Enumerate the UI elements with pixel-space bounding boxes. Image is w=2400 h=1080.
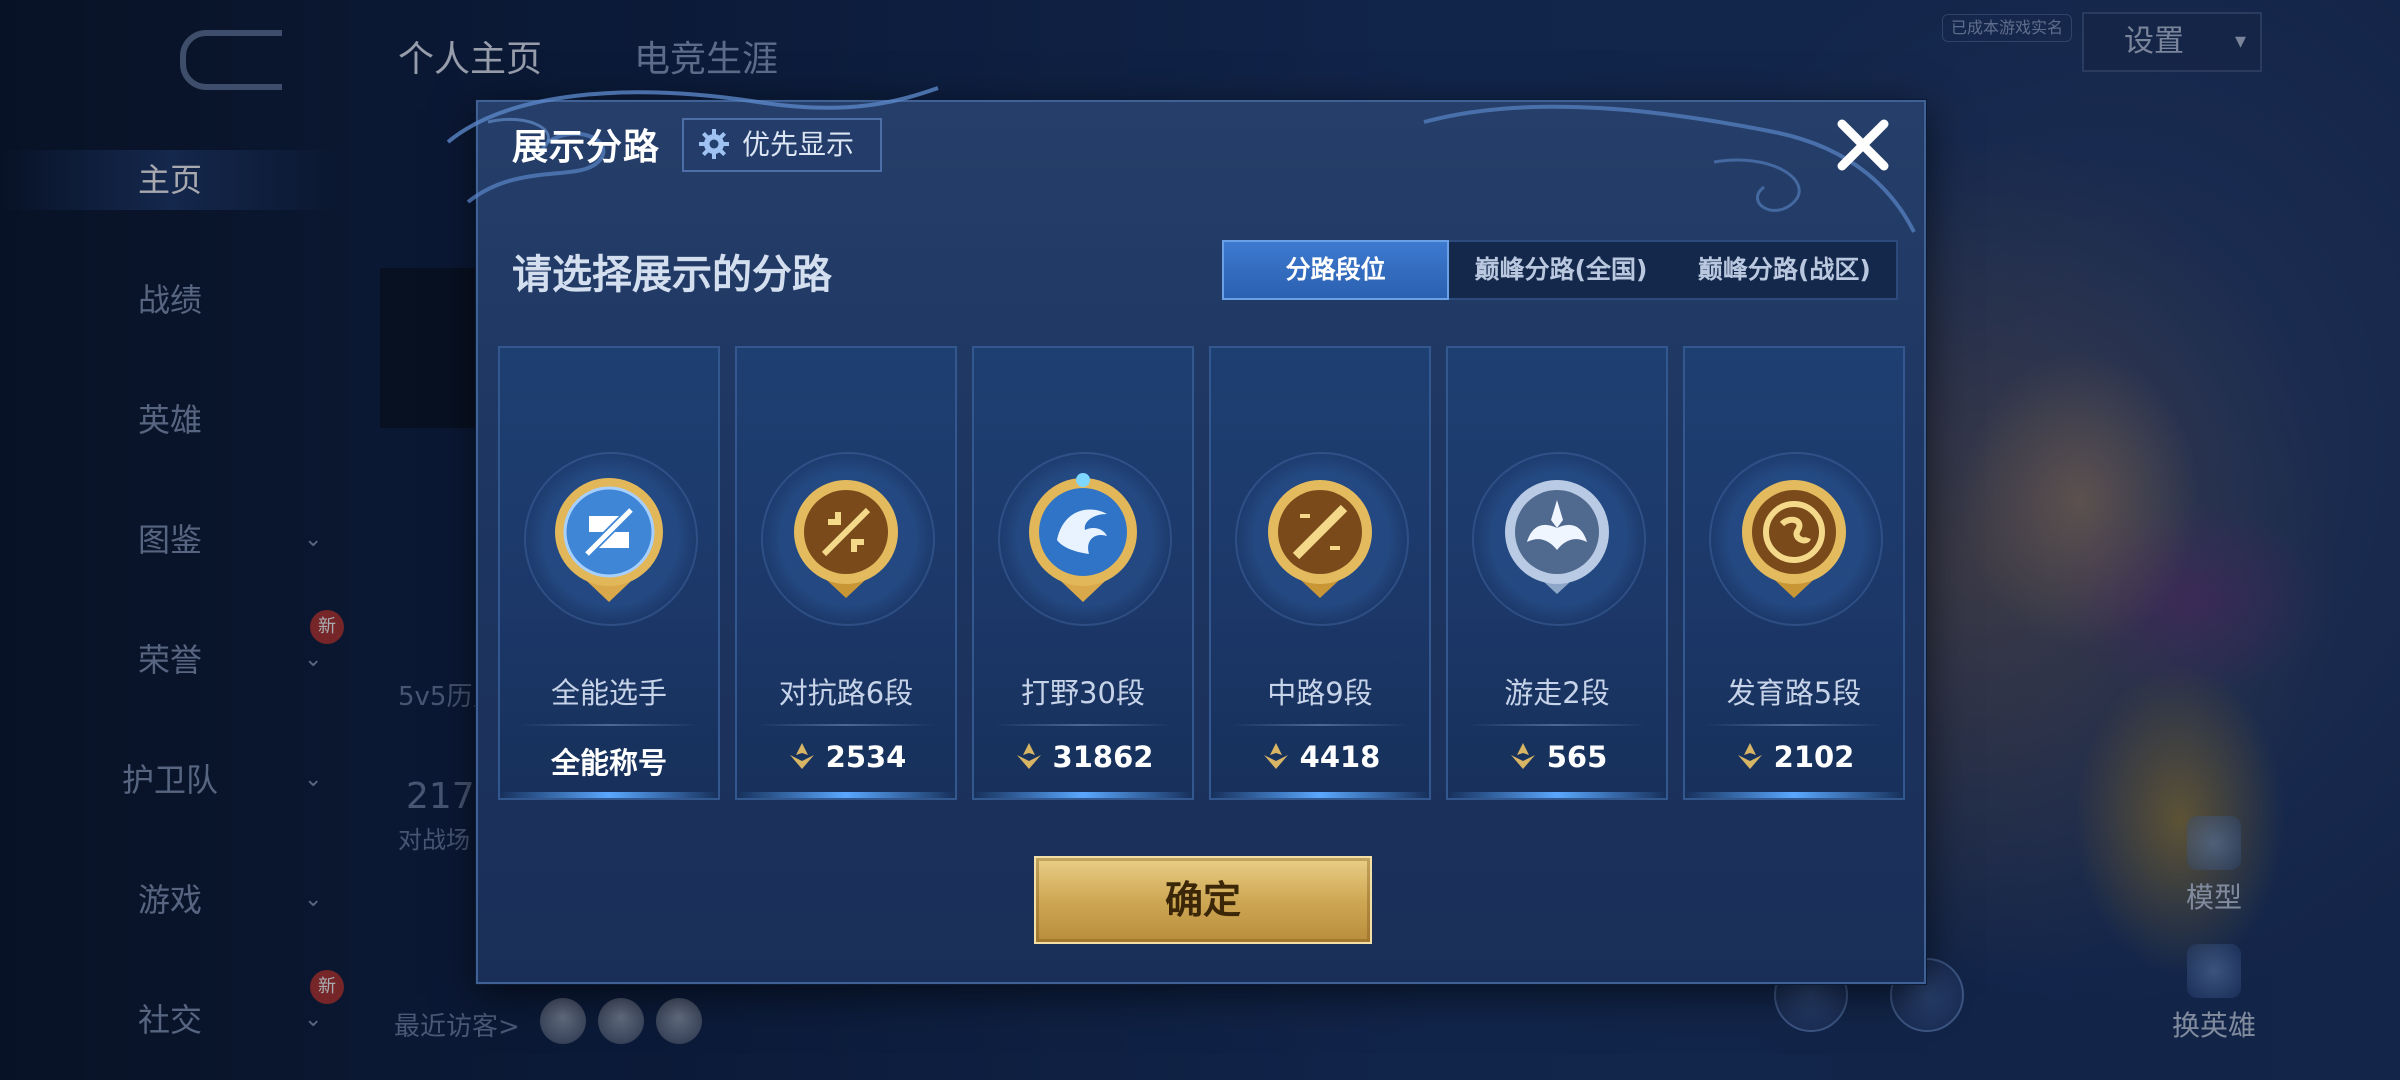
card-divider [994, 724, 1172, 726]
mid-lane-emblem-icon [1268, 480, 1372, 598]
points-icon [1737, 743, 1762, 769]
gear-icon [699, 129, 729, 159]
lane-card-name: 对抗路6段 [778, 676, 914, 710]
lane-card-value-text: 2102 [1773, 740, 1855, 774]
tab-peak-lane-national[interactable]: 巅峰分路(全国) [1449, 242, 1672, 298]
lane-card-value-text: 565 [1546, 740, 1608, 774]
lane-card-value: 全能称号 [500, 740, 718, 782]
lane-card-roam[interactable]: 游走2段 565 [1446, 346, 1668, 800]
lane-type-tabs: 分路段位 巅峰分路(全国) 巅峰分路(战区) [1222, 240, 1898, 300]
lane-card-farm[interactable]: 发育路5段 2102 [1683, 346, 1905, 800]
lane-card-name: 游走2段 [1504, 676, 1610, 710]
tab-peak-lane-region[interactable]: 巅峰分路(战区) [1673, 242, 1896, 298]
jungle-emblem-icon [1029, 473, 1137, 602]
priority-display-label: 优先显示 [742, 128, 855, 161]
dialog-subtitle: 请选择展示的分路 [512, 252, 832, 298]
card-divider [1705, 724, 1883, 726]
clash-lane-emblem-icon [794, 480, 898, 598]
lane-card-value: 4418 [1211, 740, 1429, 774]
lane-card-name: 中路9段 [1267, 676, 1373, 710]
points-icon [789, 743, 814, 769]
lane-card-mid[interactable]: 中路9段 4418 [1209, 346, 1431, 800]
lane-card-name: 打野30段 [1021, 676, 1145, 710]
lane-card-name: 发育路5段 [1726, 676, 1862, 710]
card-divider [520, 724, 698, 726]
lane-card-name: 全能选手 [550, 676, 667, 710]
farm-lane-emblem-icon [1742, 480, 1846, 598]
lane-display-dialog: 展示分路 优先显示 请选择展示的分路 分路段位 巅峰分路(全国) 巅峰分路(战区… [446, 86, 1926, 984]
points-icon [1016, 743, 1041, 769]
lane-card-clash[interactable]: 对抗路6段 2534 [735, 346, 957, 800]
points-icon [1263, 743, 1288, 769]
roam-emblem-icon [1505, 480, 1609, 594]
close-icon[interactable] [1828, 110, 1898, 180]
confirm-button[interactable]: 确定 [1034, 856, 1372, 944]
lane-card-value: 565 [1448, 740, 1666, 774]
lane-card-value: 2534 [737, 740, 955, 774]
priority-display-button[interactable]: 优先显示 [682, 118, 882, 172]
lane-card-value-text: 全能称号 [550, 746, 667, 780]
all-round-emblem-icon [555, 478, 663, 602]
lane-card-value-text: 31862 [1052, 740, 1154, 774]
tab-lane-rank[interactable]: 分路段位 [1222, 240, 1450, 300]
card-divider [1231, 724, 1409, 726]
card-divider [1468, 724, 1646, 726]
dialog-title: 展示分路 [512, 127, 661, 168]
lane-card-value-text: 2534 [825, 740, 907, 774]
lane-card-list: 全能选手 全能称号 对抗路6段 2534 打野30段 31862 中路9段 44… [498, 346, 1905, 800]
lane-card-value: 31862 [974, 740, 1192, 774]
points-icon [1510, 743, 1535, 769]
lane-card-all-round[interactable]: 全能选手 全能称号 [498, 346, 720, 800]
lane-card-jungle[interactable]: 打野30段 31862 [972, 346, 1194, 800]
lane-card-value: 2102 [1685, 740, 1903, 774]
card-divider [757, 724, 935, 726]
lane-card-value-text: 4418 [1299, 740, 1381, 774]
